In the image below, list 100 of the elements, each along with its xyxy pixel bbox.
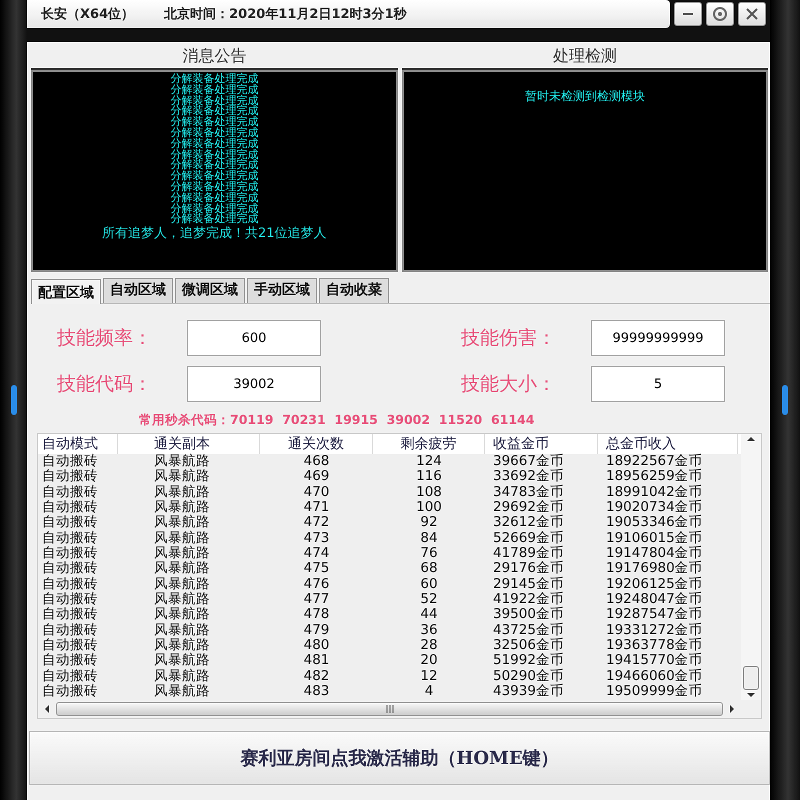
- table-cell-text: 自动搬砖: [41, 668, 99, 684]
- table-cell-text: 480: [302, 638, 330, 654]
- table-cell-text: 19466060金币: [605, 668, 704, 684]
- table-cell-text: 12: [419, 668, 439, 684]
- table-cell-text: 474: [302, 546, 330, 562]
- table-cell-text: 29692金币: [492, 500, 565, 516]
- tab[interactable]: 自动收菜: [319, 278, 389, 303]
- table-cell-text: 19053346金币: [605, 515, 704, 530]
- table-cell-text: 51992金币: [492, 653, 565, 668]
- table-cell-text: 29145金币: [492, 576, 565, 592]
- table-cell-text: 481: [302, 653, 330, 669]
- table-cell-text: 92: [419, 515, 439, 531]
- table-cell-text: 476: [302, 576, 330, 592]
- table-cell-text: 19363778金币: [605, 638, 704, 654]
- table-cell-text: 468: [302, 454, 330, 470]
- table-cell-text: 风暴航路: [153, 484, 211, 500]
- log-line: 分解装备处理完成: [170, 182, 258, 193]
- table-cell-text: 自动搬砖: [41, 484, 99, 500]
- field-label: 技能代码：: [57, 372, 153, 397]
- table-cell-text: 28: [419, 638, 439, 654]
- table-cell-text: 19020734金币: [605, 500, 704, 516]
- frame-accent: [10, 385, 16, 415]
- minimize-button[interactable]: [674, 2, 702, 26]
- grip-icon: [384, 704, 394, 712]
- log-line: 分解装备处理完成: [170, 74, 258, 85]
- window-title: 长安（X64位）: [41, 6, 134, 23]
- table-cell-text: 29176金币: [492, 561, 565, 576]
- table-cell-text: 477: [302, 592, 330, 608]
- log-line: 分解装备处理完成: [170, 204, 258, 214]
- table-cell-text: 478: [302, 607, 330, 623]
- scroll-up-icon[interactable]: [746, 434, 756, 444]
- table-cell-text: 19106015金币: [605, 530, 704, 546]
- tab[interactable]: 配置区域: [31, 279, 101, 304]
- close-button[interactable]: [738, 2, 766, 26]
- column-header[interactable]: 收益金币: [485, 434, 598, 454]
- table-cell-text: 483: [302, 684, 330, 700]
- activate-button[interactable]: 赛利亚房间点我激活辅助（HOME键）: [29, 730, 770, 784]
- table-cell-text: 41922金币: [492, 592, 565, 608]
- table-cell-text: 116: [415, 469, 443, 485]
- table-cell-text: 41789金币: [492, 546, 565, 562]
- table-cell-text: 风暴航路: [153, 622, 211, 638]
- table-cell-text: 19415770金币: [605, 653, 704, 668]
- table-cell-text: 4: [424, 684, 434, 700]
- table-cell-text: 124: [415, 454, 443, 470]
- table-cell-text: 自动搬砖: [41, 546, 99, 562]
- table-cell-text: 自动搬砖: [41, 684, 99, 700]
- column-header[interactable]: 通关次数: [260, 434, 373, 454]
- table-cell-text: 39500金币: [492, 607, 565, 622]
- log-line: 分解装备处理完成: [170, 192, 258, 204]
- table-cell-text: 19287547金币: [605, 607, 704, 622]
- clock-text: 北京时间：2020年11月2日12时3分1秒: [164, 6, 407, 23]
- table-cell-text: 自动搬砖: [41, 653, 99, 668]
- table-cell-text: 自动搬砖: [41, 561, 99, 576]
- table-cell-text: 475: [302, 561, 330, 577]
- table-cell-text: 19206125金币: [605, 576, 704, 592]
- table-cell-text: 33692金币: [492, 469, 565, 484]
- tab[interactable]: 手动区域: [247, 278, 317, 303]
- minimize-icon: [683, 13, 693, 15]
- table-cell-text: 风暴航路: [153, 638, 211, 654]
- scrollbar-thumb[interactable]: [56, 702, 723, 716]
- settings-button[interactable]: [706, 2, 734, 26]
- column-header[interactable]: 总金币收入: [598, 434, 738, 454]
- input-field[interactable]: 600: [187, 320, 321, 356]
- table-cell-text: 50290金币: [492, 668, 565, 684]
- tab[interactable]: 微调区域: [175, 278, 245, 303]
- table-cell-text: 风暴航路: [153, 546, 211, 562]
- table-cell-text: 风暴航路: [153, 592, 211, 608]
- table-cell-text: 风暴航路: [153, 561, 211, 576]
- scrollbar-thumb[interactable]: [743, 666, 759, 690]
- table-cell-text: 自动搬砖: [41, 469, 99, 484]
- close-icon: [745, 7, 759, 21]
- table-cell-text: 自动搬砖: [41, 515, 99, 530]
- table-cell-text: 自动搬砖: [41, 500, 99, 516]
- table-cell-text: 19331272金币: [605, 622, 704, 638]
- table-cell-text: 自动搬砖: [41, 576, 99, 592]
- table-cell-text: 470: [302, 484, 330, 500]
- table-cell-text: 风暴航路: [153, 500, 211, 516]
- table-cell-text: 风暴航路: [153, 515, 211, 530]
- table-cell-text: 43939金币: [492, 684, 565, 700]
- column-header[interactable]: 自动模式: [38, 434, 118, 454]
- table-cell-text: 18956259金币: [605, 469, 704, 484]
- scroll-right-icon[interactable]: [727, 704, 737, 714]
- log-line: 分解装备处理完成: [170, 150, 258, 160]
- hint-text: 常用秒杀代码：70119 70231 19915 39002 11520 61144: [138, 411, 536, 429]
- table-cell-text: 52669金币: [492, 530, 565, 546]
- column-header[interactable]: 通关副本: [118, 434, 260, 454]
- table-cell-text: 108: [415, 484, 443, 500]
- table-cell-text: 471: [302, 500, 330, 516]
- log-summary: 所有追梦人，追梦完成！共21位追梦人: [102, 226, 327, 242]
- tab[interactable]: 自动区域: [103, 278, 173, 303]
- column-header[interactable]: 剩余疲劳: [373, 434, 485, 454]
- table-cell-text: 52: [419, 592, 439, 608]
- table-cell-text: 479: [302, 622, 330, 638]
- table-cell-text: 32506金币: [492, 638, 565, 654]
- input-field[interactable]: 39002: [187, 366, 321, 402]
- input-field[interactable]: 5: [591, 366, 725, 402]
- table-cell-text: 469: [302, 469, 330, 485]
- input-field[interactable]: 99999999999: [591, 320, 725, 356]
- log-line: 分解装备处理完成: [170, 214, 258, 226]
- log-line: 暂时未检测到检测模块: [524, 88, 645, 105]
